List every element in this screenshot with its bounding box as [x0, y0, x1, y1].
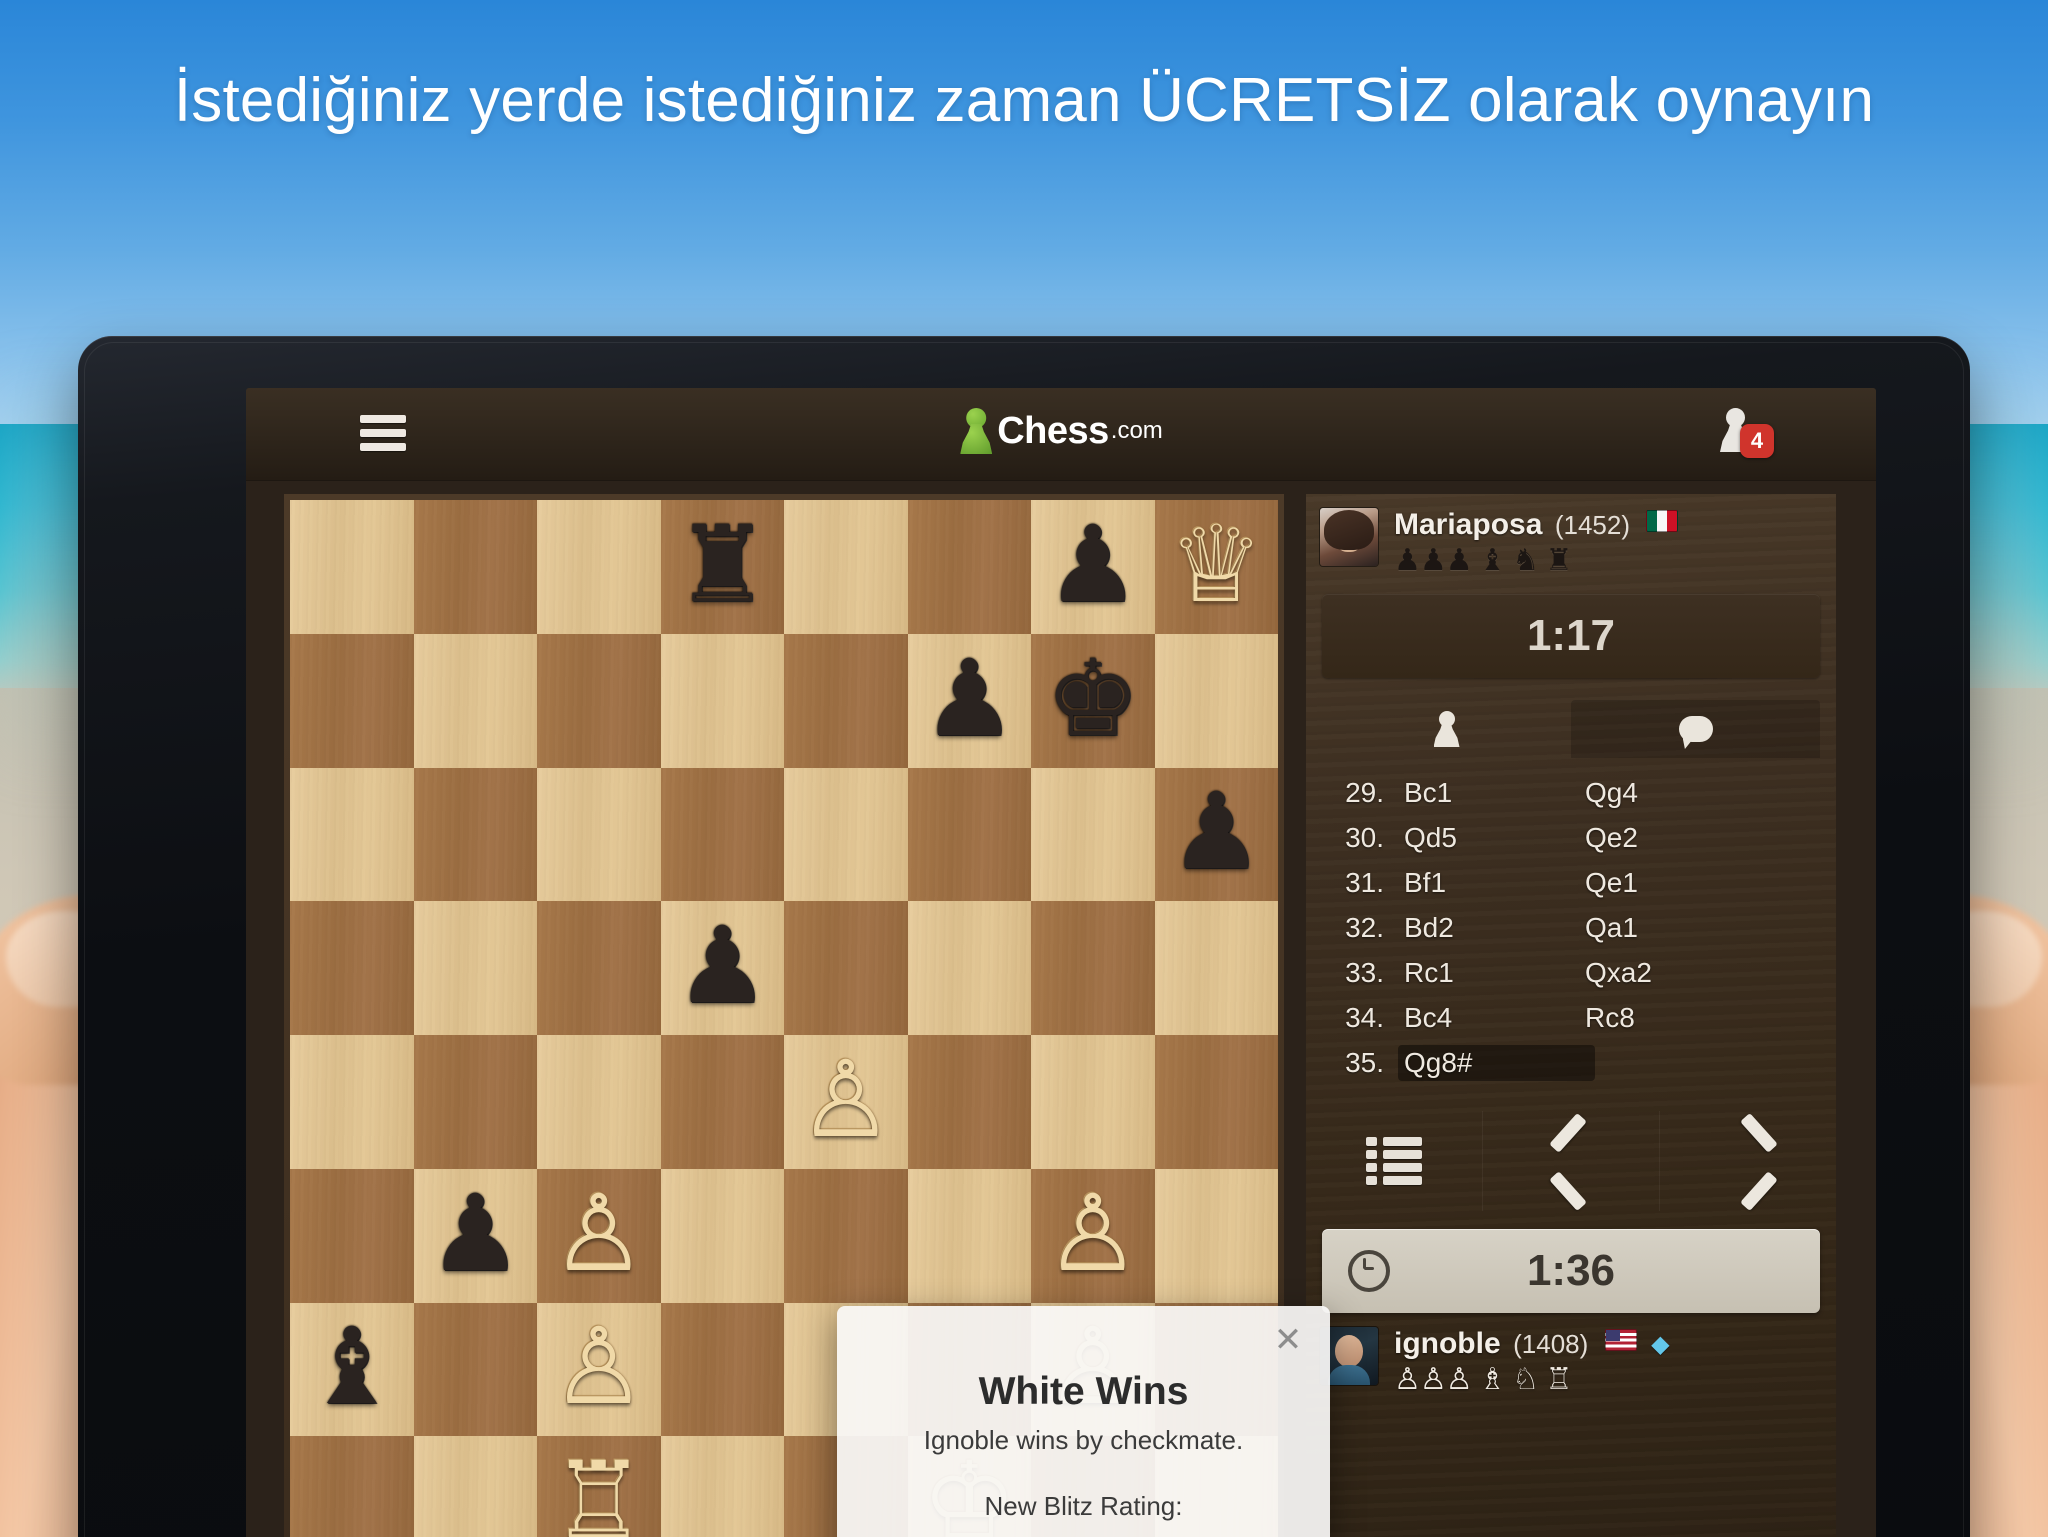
rating-label: New Blitz Rating: [984, 1491, 1183, 1521]
black-move[interactable]: Qe1 [1579, 867, 1820, 899]
white-move[interactable]: Bc1 [1398, 777, 1579, 809]
move-list-button[interactable] [1306, 1111, 1482, 1211]
game-side-panel: Mariaposa (1452) ♟♟♟ ♝ ♞ ♜ 1:17 29. Bc1 … [1306, 494, 1836, 1537]
captured-pieces: ♙♙♙ ♗ ♘ ♖ [1394, 1363, 1572, 1396]
app-header: Chess .com 4 [246, 388, 1876, 481]
move-row[interactable]: 31. Bf1 Qe1 [1322, 860, 1820, 905]
piece-black-pawn[interactable]: ♟ [1045, 512, 1140, 618]
player-rating: (1452) [1554, 510, 1630, 540]
piece-white-pawn[interactable]: ♙ [1045, 1181, 1140, 1287]
piece-white-pawn[interactable]: ♙ [551, 1181, 646, 1287]
promo-screenshot: İstediğiniz yerde istediğiniz zaman ÜCRE… [0, 0, 2048, 1537]
chevron-left-icon [1548, 1112, 1594, 1212]
white-move[interactable]: Qd5 [1398, 822, 1579, 854]
chesscom-logo[interactable]: Chess .com [959, 408, 1163, 454]
move-row[interactable]: 30. Qd5 Qe2 [1322, 815, 1820, 860]
previous-move-button[interactable] [1482, 1111, 1659, 1212]
piece-black-rook[interactable]: ♜ [675, 512, 770, 618]
white-move[interactable]: Rc1 [1398, 957, 1579, 989]
diamond-icon: ◆ [1651, 1331, 1670, 1358]
piece-black-pawn[interactable]: ♟ [922, 646, 1017, 752]
top-player-clock: 1:17 [1322, 594, 1820, 678]
piece-black-pawn[interactable]: ♟ [1169, 779, 1264, 885]
moves-tab[interactable] [1322, 700, 1571, 758]
tablet-screen: Chess .com 4 ♜ ♟ ♕ ♟ ♚ ♟ ♟ ♙ ♟ ♙ ♙ ♝ ♙ ♖… [246, 388, 1876, 1537]
chessboard-container: ♜ ♟ ♕ ♟ ♚ ♟ ♟ ♙ ♟ ♙ ♙ ♝ ♙ ♖ ✕ White Wins… [284, 494, 1330, 1537]
logo-suffix: .com [1110, 417, 1163, 444]
flag-usa-icon [1604, 1329, 1637, 1351]
clock-time: 1:36 [1526, 1246, 1616, 1295]
piece-white-pawn[interactable]: ♙ [551, 1314, 646, 1420]
move-row[interactable]: 32. Bd2 Qa1 [1322, 905, 1820, 950]
player-name: ignoble [1394, 1327, 1501, 1360]
black-move[interactable]: Qg4 [1579, 777, 1820, 809]
piece-black-king[interactable]: ♚ [1045, 646, 1140, 752]
dialog-subtitle: Ignoble wins by checkmate. [923, 1425, 1244, 1455]
dialog-title: White Wins [978, 1370, 1189, 1413]
close-icon[interactable]: ✕ [1268, 1320, 1308, 1360]
white-move[interactable]: Bd2 [1398, 912, 1579, 944]
pawn-logo-icon [959, 408, 993, 454]
piece-black-bishop[interactable]: ♝ [304, 1314, 399, 1420]
chevron-right-icon [1725, 1112, 1778, 1212]
bottom-player-info[interactable]: ignoble (1408) ◆ ♙♙♙ ♗ ♘ ♖ [1306, 1313, 1836, 1395]
bottom-player-clock: 1:36 [1322, 1229, 1820, 1313]
avatar[interactable] [1320, 508, 1378, 566]
notification-badge: 4 [1740, 424, 1774, 458]
piece-black-pawn[interactable]: ♟ [428, 1181, 523, 1287]
move-number: 31. [1345, 866, 1384, 898]
piece-black-pawn[interactable]: ♟ [675, 913, 770, 1019]
white-move[interactable]: Bc4 [1398, 1002, 1579, 1034]
clock-time: 1:17 [1526, 611, 1616, 660]
top-player-info[interactable]: Mariaposa (1452) ♟♟♟ ♝ ♞ ♜ [1306, 494, 1836, 576]
rating-row: 1420 (+12) [837, 1530, 1330, 1537]
player-rating: (1408) [1513, 1329, 1589, 1359]
white-move-current[interactable]: Qg8# [1398, 1044, 1595, 1081]
move-row[interactable]: 35. Qg8# [1322, 1040, 1820, 1085]
chat-bubble-icon [1678, 716, 1713, 742]
black-move[interactable]: Qe2 [1579, 822, 1820, 854]
move-row[interactable]: 34. Bc4 Rc8 [1322, 995, 1820, 1040]
move-number: 33. [1345, 956, 1384, 988]
tablet-device: Chess .com 4 ♜ ♟ ♕ ♟ ♚ ♟ ♟ ♙ ♟ ♙ ♙ ♝ ♙ ♖… [78, 336, 1970, 1537]
move-number: 29. [1345, 776, 1384, 808]
black-move[interactable]: Qa1 [1579, 912, 1820, 944]
pawn-icon [1433, 711, 1460, 747]
piece-white-rook[interactable]: ♖ [551, 1448, 646, 1537]
move-row[interactable]: 29. Bc1 Qg4 [1322, 770, 1820, 815]
move-number: 32. [1345, 911, 1384, 943]
move-number: 30. [1345, 821, 1384, 853]
move-number: 35. [1345, 1046, 1384, 1078]
flag-mexico-icon [1646, 510, 1679, 532]
move-row[interactable]: 33. Rc1 Qxa2 [1322, 950, 1820, 995]
move-list[interactable]: 29. Bc1 Qg4 30. Qd5 Qe2 31. Bf1 Qe1 32. … [1306, 770, 1836, 1085]
panel-tabs [1322, 700, 1820, 758]
chat-tab[interactable] [1571, 700, 1820, 758]
captured-pieces: ♟♟♟ ♝ ♞ ♜ [1394, 544, 1572, 577]
notifications-button[interactable]: 4 [1714, 408, 1774, 462]
move-navigation-bar [1306, 1111, 1836, 1212]
piece-white-pawn[interactable]: ♙ [798, 1047, 893, 1153]
move-number: 34. [1345, 1001, 1384, 1033]
black-move[interactable]: Rc8 [1579, 1002, 1820, 1034]
game-over-dialog: ✕ White Wins Ignoble wins by checkmate. … [837, 1306, 1330, 1537]
logo-text: Chess [997, 409, 1109, 452]
promo-headline: İstediğiniz yerde istediğiniz zaman ÜCRE… [173, 66, 1875, 135]
next-move-button[interactable] [1659, 1111, 1836, 1212]
white-move[interactable]: Bf1 [1398, 867, 1579, 899]
player-name: Mariaposa [1394, 508, 1543, 541]
black-move[interactable]: Qxa2 [1579, 957, 1820, 989]
clock-icon [1348, 1250, 1390, 1292]
piece-white-queen[interactable]: ♕ [1169, 512, 1264, 618]
list-icon [1366, 1137, 1422, 1185]
rating-value: 1420 [984, 1531, 1094, 1537]
hamburger-menu-icon[interactable] [360, 413, 406, 453]
